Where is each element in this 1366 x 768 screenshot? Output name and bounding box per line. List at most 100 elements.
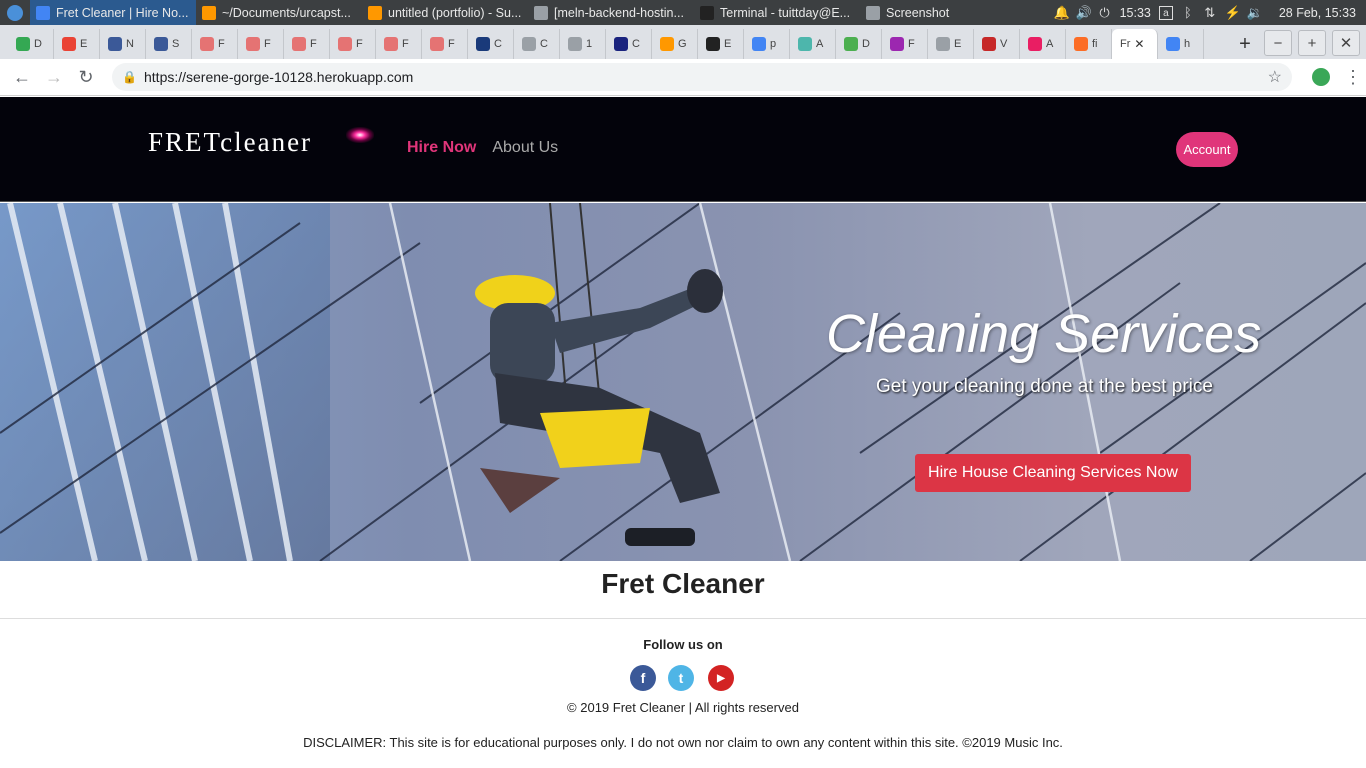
keyboard-layout-icon[interactable]: a bbox=[1158, 5, 1173, 20]
forward-button[interactable]: → bbox=[38, 61, 70, 93]
tab-label: F bbox=[264, 38, 271, 50]
close-window-button[interactable]: ✕ bbox=[1332, 30, 1360, 56]
terminal-icon bbox=[700, 5, 714, 20]
browser-tab[interactable]: N bbox=[100, 29, 146, 59]
site-header: FRETcleaner Hire Now About Us Account bbox=[0, 97, 1366, 202]
maximize-button[interactable]: + bbox=[1298, 30, 1326, 56]
os-taskbar: Fret Cleaner | Hire No... ~/Documents/urc… bbox=[0, 0, 1366, 25]
tab-label: F bbox=[448, 38, 455, 50]
browser-tab[interactable]: A bbox=[790, 29, 836, 59]
battery-icon[interactable]: ⚡ bbox=[1225, 5, 1241, 20]
taskbar-task-label: untitled (portfolio) - Su... bbox=[388, 5, 522, 20]
tab-label: E bbox=[724, 38, 732, 50]
site-logo[interactable]: FRETcleaner bbox=[148, 127, 312, 158]
tab-label: A bbox=[1046, 38, 1054, 50]
tab-label: E bbox=[80, 38, 88, 50]
sparkle-icon bbox=[346, 127, 374, 143]
tab-label: D bbox=[34, 38, 42, 50]
address-bar[interactable]: 🔒 https://serene-gorge-10128.herokuapp.c… bbox=[112, 63, 1292, 91]
browser-tab[interactable]: E bbox=[928, 29, 974, 59]
close-tab-icon[interactable]: ✕ bbox=[1134, 37, 1144, 51]
tab-label: fi bbox=[1092, 38, 1098, 50]
browser-tab[interactable]: C bbox=[468, 29, 514, 59]
browser-tab[interactable]: F bbox=[330, 29, 376, 59]
browser-tab[interactable]: E bbox=[54, 29, 100, 59]
minimize-button[interactable]: − bbox=[1264, 30, 1292, 56]
hire-cleaning-button[interactable]: Hire House Cleaning Services Now bbox=[915, 454, 1191, 492]
notification-bell-icon[interactable]: 🔔 bbox=[1054, 5, 1070, 20]
volume-icon[interactable]: 🔊 bbox=[1076, 5, 1092, 20]
tab-favicon-icon bbox=[16, 37, 30, 51]
taskbar-task[interactable]: Fret Cleaner | Hire No... bbox=[30, 0, 196, 25]
url-text: https://serene-gorge-10128.herokuapp.com bbox=[144, 69, 414, 85]
browser-tab-google[interactable]: h bbox=[1158, 29, 1204, 59]
tab-favicon-icon bbox=[108, 37, 122, 51]
facebook-icon[interactable]: f bbox=[630, 665, 656, 691]
browser-tab[interactable]: fi bbox=[1066, 29, 1112, 59]
taskbar-task[interactable]: [meln-backend-hostin... bbox=[528, 0, 694, 25]
browser-tab[interactable]: F bbox=[376, 29, 422, 59]
browser-tab[interactable]: V bbox=[974, 29, 1020, 59]
tab-label: 1 bbox=[586, 38, 593, 50]
new-tab-button[interactable]: + bbox=[1230, 29, 1260, 59]
browser-tab[interactable]: C bbox=[514, 29, 560, 59]
network-icon[interactable]: ⇅ bbox=[1203, 5, 1217, 20]
active-browser-tab[interactable]: Fr ✕ bbox=[1112, 29, 1158, 59]
browser-tab[interactable]: A bbox=[1020, 29, 1066, 59]
power-icon[interactable]: ⏻ bbox=[1098, 5, 1112, 20]
browser-tab[interactable]: D bbox=[8, 29, 54, 59]
browser-tab[interactable]: 1 bbox=[560, 29, 606, 59]
youtube-icon[interactable]: ▶ bbox=[708, 665, 734, 691]
account-button[interactable]: Account bbox=[1176, 132, 1238, 167]
bookmark-star-icon[interactable]: ☆ bbox=[1268, 67, 1282, 87]
browser-tab[interactable]: E bbox=[698, 29, 744, 59]
lock-icon[interactable]: 🔒 bbox=[122, 70, 137, 84]
browser-menu-icon[interactable]: ⋮ bbox=[1344, 67, 1362, 88]
disclaimer-text: DISCLAIMER: This site is for educational… bbox=[303, 735, 1063, 750]
back-button[interactable]: ← bbox=[6, 61, 38, 93]
browser-tab[interactable]: F bbox=[238, 29, 284, 59]
nav-hire-now[interactable]: Hire Now bbox=[407, 139, 476, 157]
tab-label: F bbox=[310, 38, 317, 50]
bluetooth-icon[interactable]: ᛒ bbox=[1181, 5, 1195, 20]
browser-tab[interactable]: S bbox=[146, 29, 192, 59]
tab-favicon-icon bbox=[982, 37, 996, 51]
tab-favicon-icon bbox=[1028, 37, 1042, 51]
browser-tab[interactable]: p bbox=[744, 29, 790, 59]
reload-button[interactable]: ↻ bbox=[70, 61, 102, 93]
start-menu-button[interactable] bbox=[0, 0, 30, 25]
speaker-icon[interactable]: 🔉 bbox=[1247, 5, 1263, 20]
tab-label: S bbox=[172, 38, 180, 50]
tab-label: p bbox=[770, 38, 777, 50]
browser-tab[interactable]: C bbox=[606, 29, 652, 59]
system-tray: 🔔 🔊 ⏻ 15:33 a ᛒ ⇅ ⚡ 🔉 28 Feb, 15:33 bbox=[1054, 5, 1366, 20]
taskbar-task-label: [meln-backend-hostin... bbox=[554, 5, 684, 20]
browser-tab[interactable]: F bbox=[284, 29, 330, 59]
google-icon bbox=[1166, 37, 1180, 51]
tab-label: F bbox=[402, 38, 409, 50]
taskbar-task[interactable]: untitled (portfolio) - Su... bbox=[362, 0, 528, 25]
taskbar-task-label: Fret Cleaner | Hire No... bbox=[56, 5, 189, 20]
browser-tab[interactable]: F bbox=[422, 29, 468, 59]
nav-about-us[interactable]: About Us bbox=[492, 139, 558, 157]
browser-tab[interactable]: F bbox=[882, 29, 928, 59]
tab-label: D bbox=[862, 38, 870, 50]
browser-tab[interactable]: F bbox=[192, 29, 238, 59]
twitter-icon[interactable]: t bbox=[668, 665, 694, 691]
tab-favicon-icon bbox=[430, 37, 444, 51]
browser-tab[interactable]: G bbox=[652, 29, 698, 59]
facebook-glyph: f bbox=[640, 670, 646, 686]
taskbar-task[interactable]: ~/Documents/urcapst... bbox=[196, 0, 362, 25]
tab-favicon-icon bbox=[614, 37, 628, 51]
tray-clock: 15:33 bbox=[1119, 5, 1151, 20]
browser-tab[interactable]: D bbox=[836, 29, 882, 59]
taskbar-task[interactable]: Screenshot bbox=[860, 0, 1026, 25]
tab-label: C bbox=[540, 38, 548, 50]
browser-tabs: D E N S F F F F F F C C 1 C G Ep A D F E V Afi bbox=[8, 29, 1112, 59]
taskbar-task[interactable]: Terminal - tuittday@E... bbox=[694, 0, 860, 25]
tab-favicon-icon bbox=[936, 37, 950, 51]
tab-favicon-icon bbox=[154, 37, 168, 51]
extension-icon[interactable] bbox=[1312, 68, 1330, 86]
active-tab-label: Fr bbox=[1120, 38, 1131, 50]
tab-favicon-icon bbox=[706, 37, 720, 51]
